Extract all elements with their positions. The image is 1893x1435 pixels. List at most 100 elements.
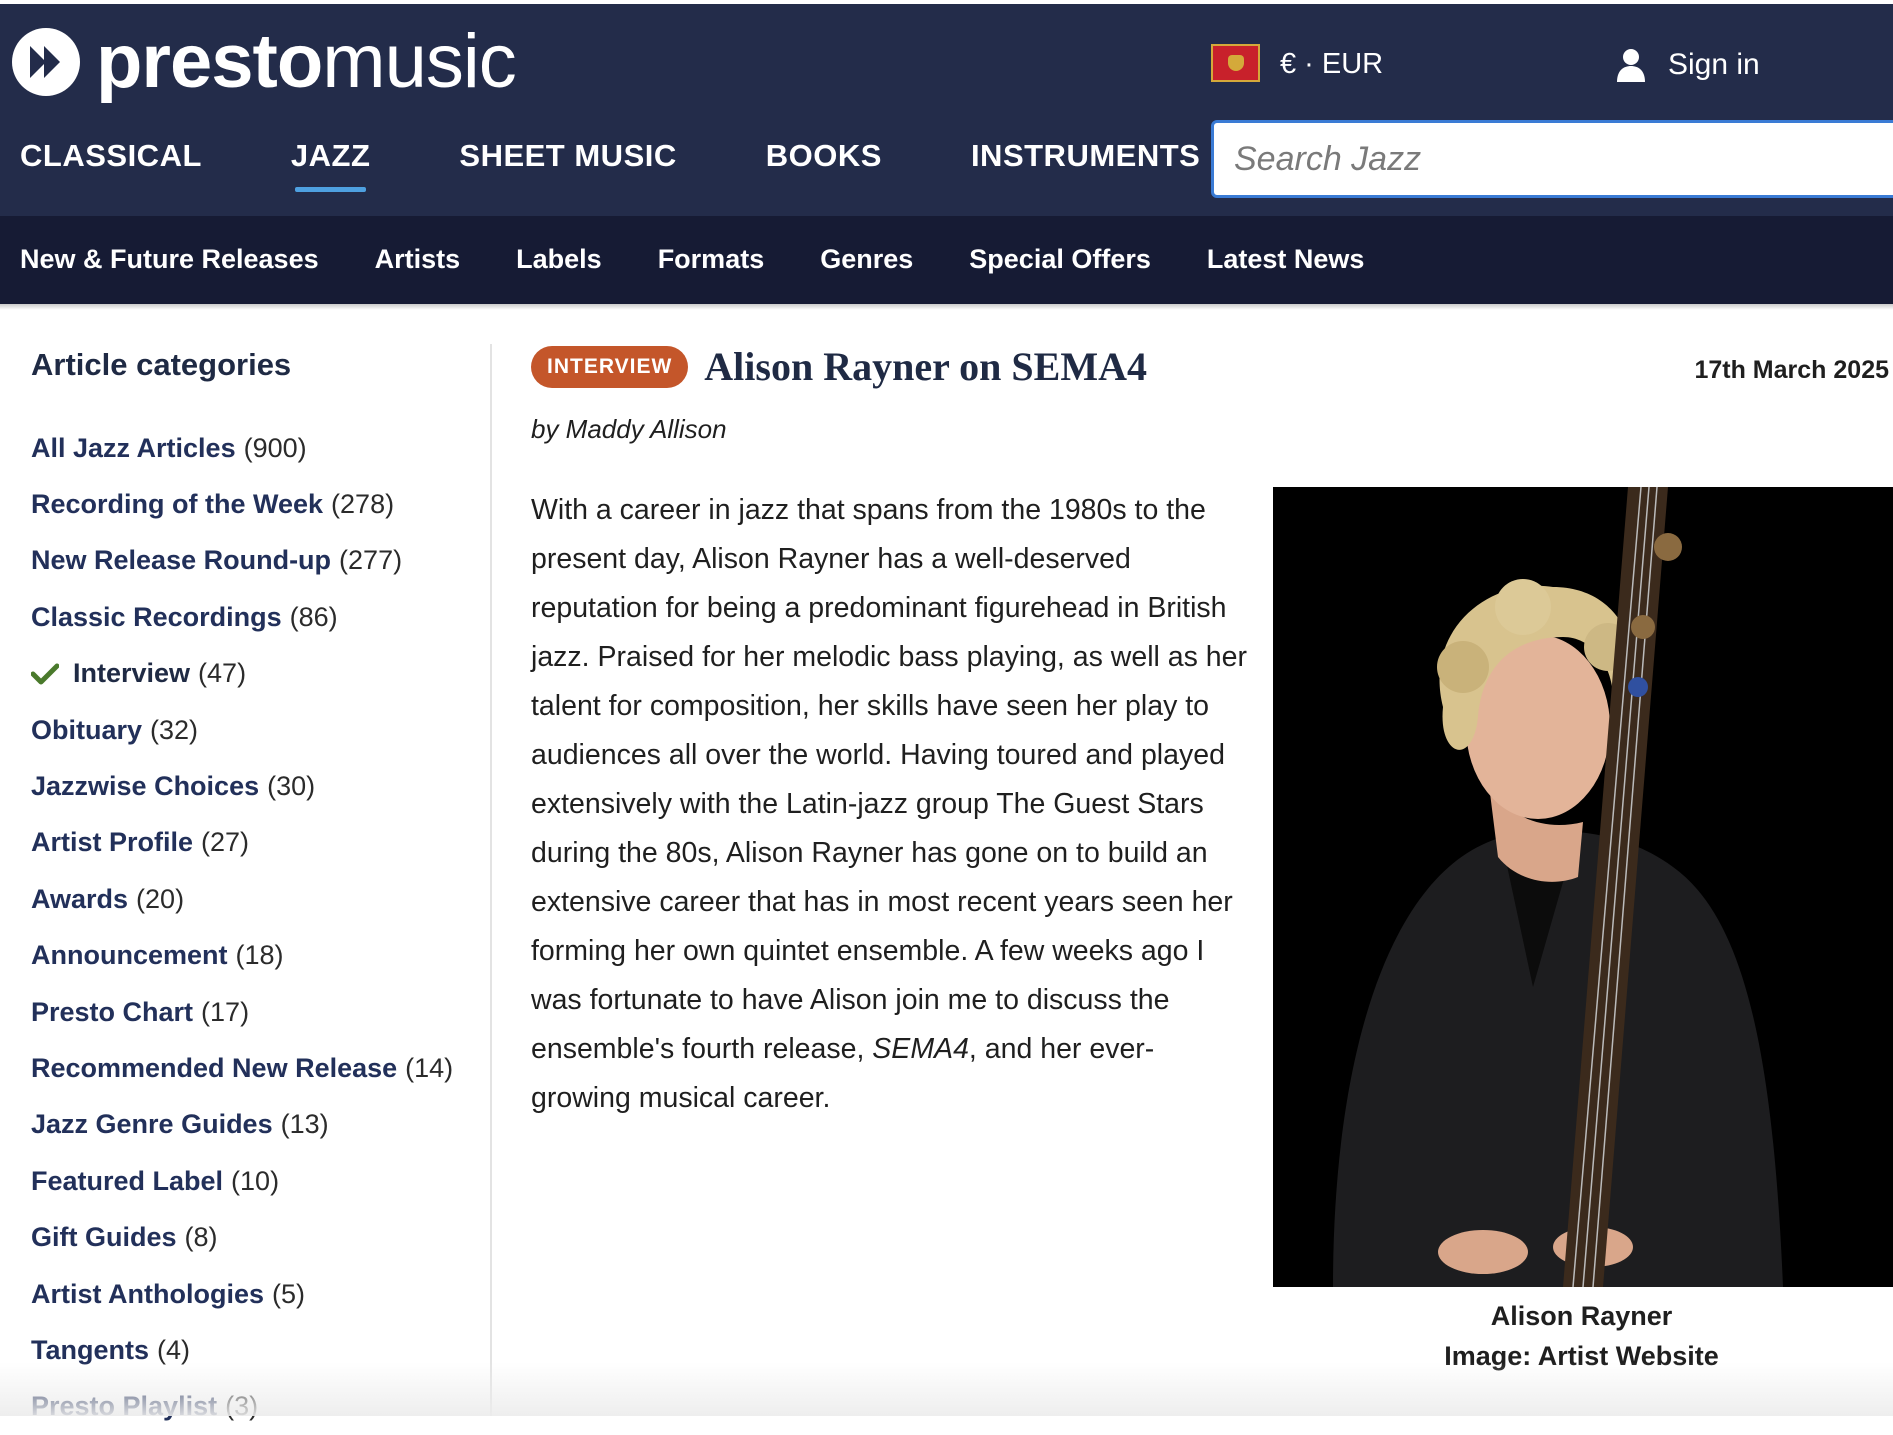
category-count: (32) [150,714,199,745]
sidebar-divider [490,344,492,1416]
category-count: (27) [201,827,250,858]
category-name: Classic Recordings [31,601,282,632]
category-name: All Jazz Articles [31,432,236,463]
category-item[interactable]: Gift Guides (8) [31,1209,471,1265]
category-item[interactable]: All Jazz Articles (900) [31,420,471,476]
category-name: Presto Playlist [31,1391,218,1422]
category-name: Jazz Genre Guides [31,1109,273,1140]
search-input[interactable] [1214,123,1893,195]
presto-music-logo[interactable]: prestomusic [10,19,517,104]
category-item[interactable]: Obituary (32) [31,702,471,758]
category-count: (86) [289,601,338,632]
sub-nav: New & Future Releases Artists Labels For… [0,216,1893,304]
category-count: (47) [198,658,247,689]
category-count: (278) [331,489,395,520]
category-name: New Release Round-up [31,545,332,576]
interview-badge[interactable]: INTERVIEW [531,346,689,388]
logo-wordmark: prestomusic [96,19,517,104]
category-count: (10) [231,1165,280,1196]
category-item[interactable]: Featured Label (10) [31,1153,471,1209]
category-count: (20) [136,883,185,914]
category-count: (30) [267,771,316,802]
category-count: (18) [235,940,284,971]
sub-nav-list: New & Future Releases Artists Labels For… [20,238,1420,280]
nav-instruments[interactable]: INSTRUMENTS [971,134,1200,178]
album-title-italic: SEMA4 [872,1033,969,1065]
category-item[interactable]: Awards (20) [31,871,471,927]
category-name: Recording of the Week [31,489,324,520]
article-body: With a career in jazz that spans from th… [531,486,1251,1123]
category-name: Featured Label [31,1165,224,1196]
category-item[interactable]: Jazz Genre Guides (13) [31,1097,471,1153]
subnav-latest-news[interactable]: Latest News [1207,238,1365,280]
header-shadow [0,304,1893,310]
subnav-genres[interactable]: Genres [820,238,913,280]
category-count: (8) [184,1222,218,1253]
nav-books[interactable]: BOOKS [766,134,882,178]
category-item[interactable]: Artist Anthologies (5) [31,1266,471,1322]
article-header: INTERVIEW Alison Rayner on SEMA4 [531,344,1147,390]
category-item[interactable]: Classic Recordings (86) [31,589,471,645]
category-item-active[interactable]: Interview (47) [31,646,471,702]
article-title: Alison Rayner on SEMA4 [704,344,1147,389]
play-logo-icon [12,28,80,96]
subnav-artists[interactable]: Artists [375,238,461,280]
category-count: (5) [272,1278,305,1309]
subnav-labels[interactable]: Labels [516,238,602,280]
artist-photo-illustration [1273,487,1893,1287]
category-item[interactable]: Recommended New Release (14) [31,1040,471,1096]
category-name: Artist Profile [31,827,194,858]
category-count: (13) [280,1109,329,1140]
sidebar-title: Article categories [31,347,292,382]
sign-in-label: Sign in [1668,48,1760,81]
article-date: 17th March 2025 [1694,356,1889,384]
caption-name: Alison Rayner [1490,1301,1673,1331]
category-name: Obituary [31,714,143,745]
category-item[interactable]: Artist Profile (27) [31,815,471,871]
category-count: (277) [339,545,403,576]
nav-sheet-music[interactable]: SHEET MUSIC [459,134,676,178]
subnav-formats[interactable]: Formats [658,238,765,280]
photo-caption: Alison Rayner Image: Artist Website [1273,1296,1890,1376]
category-count: (17) [201,996,250,1027]
body-text-part1: With a career in jazz that spans from th… [531,494,1247,1065]
category-item[interactable]: Presto Playlist (3) [31,1379,471,1435]
article-byline: by Maddy Allison [531,414,727,444]
category-item[interactable]: Recording of the Week (278) [31,476,471,532]
subnav-new-future-releases[interactable]: New & Future Releases [20,238,319,280]
category-name: Jazzwise Choices [31,771,260,802]
user-icon [1617,49,1645,82]
category-name: Gift Guides [31,1222,177,1253]
artist-photo [1273,487,1893,1287]
checkmark-icon [31,663,59,685]
category-name: Tangents [31,1334,150,1365]
category-item[interactable]: New Release Round-up (277) [31,533,471,589]
category-list: All Jazz Articles (900) Recording of the … [31,420,471,1435]
category-name: Recommended New Release [31,1052,398,1083]
category-item[interactable]: Announcement (18) [31,928,471,984]
sign-in-link[interactable]: Sign in [1616,44,1760,86]
category-name: Presto Chart [31,996,194,1027]
flag-emblem [1227,55,1244,71]
category-count: (900) [243,432,307,463]
category-item[interactable]: Jazzwise Choices (30) [31,758,471,814]
currency-selector[interactable]: € · EUR [1280,44,1383,84]
nav-jazz[interactable]: JAZZ [291,134,371,192]
main-nav: CLASSICAL JAZZ SHEET MUSIC BOOKS INSTRUM… [20,134,1289,192]
category-name: Awards [31,883,129,914]
caption-credit: Image: Artist Website [1444,1341,1719,1371]
subnav-special-offers[interactable]: Special Offers [969,238,1151,280]
category-count: (3) [225,1391,259,1422]
site-header: prestomusic € · EUR Sign in CLASSICAL JA… [0,4,1893,216]
search-box [1211,120,1893,198]
montenegro-flag-icon[interactable] [1211,44,1260,82]
category-item[interactable]: Tangents (4) [31,1322,471,1378]
category-name: Interview [73,658,191,689]
category-name: Announcement [31,940,228,971]
category-count: (14) [405,1052,454,1083]
article-categories-sidebar: Article categories All Jazz Articles (900… [31,344,471,1435]
nav-classical[interactable]: CLASSICAL [20,134,202,178]
category-item[interactable]: Presto Chart (17) [31,984,471,1040]
category-name: Artist Anthologies [31,1278,264,1309]
category-count: (4) [157,1334,191,1365]
